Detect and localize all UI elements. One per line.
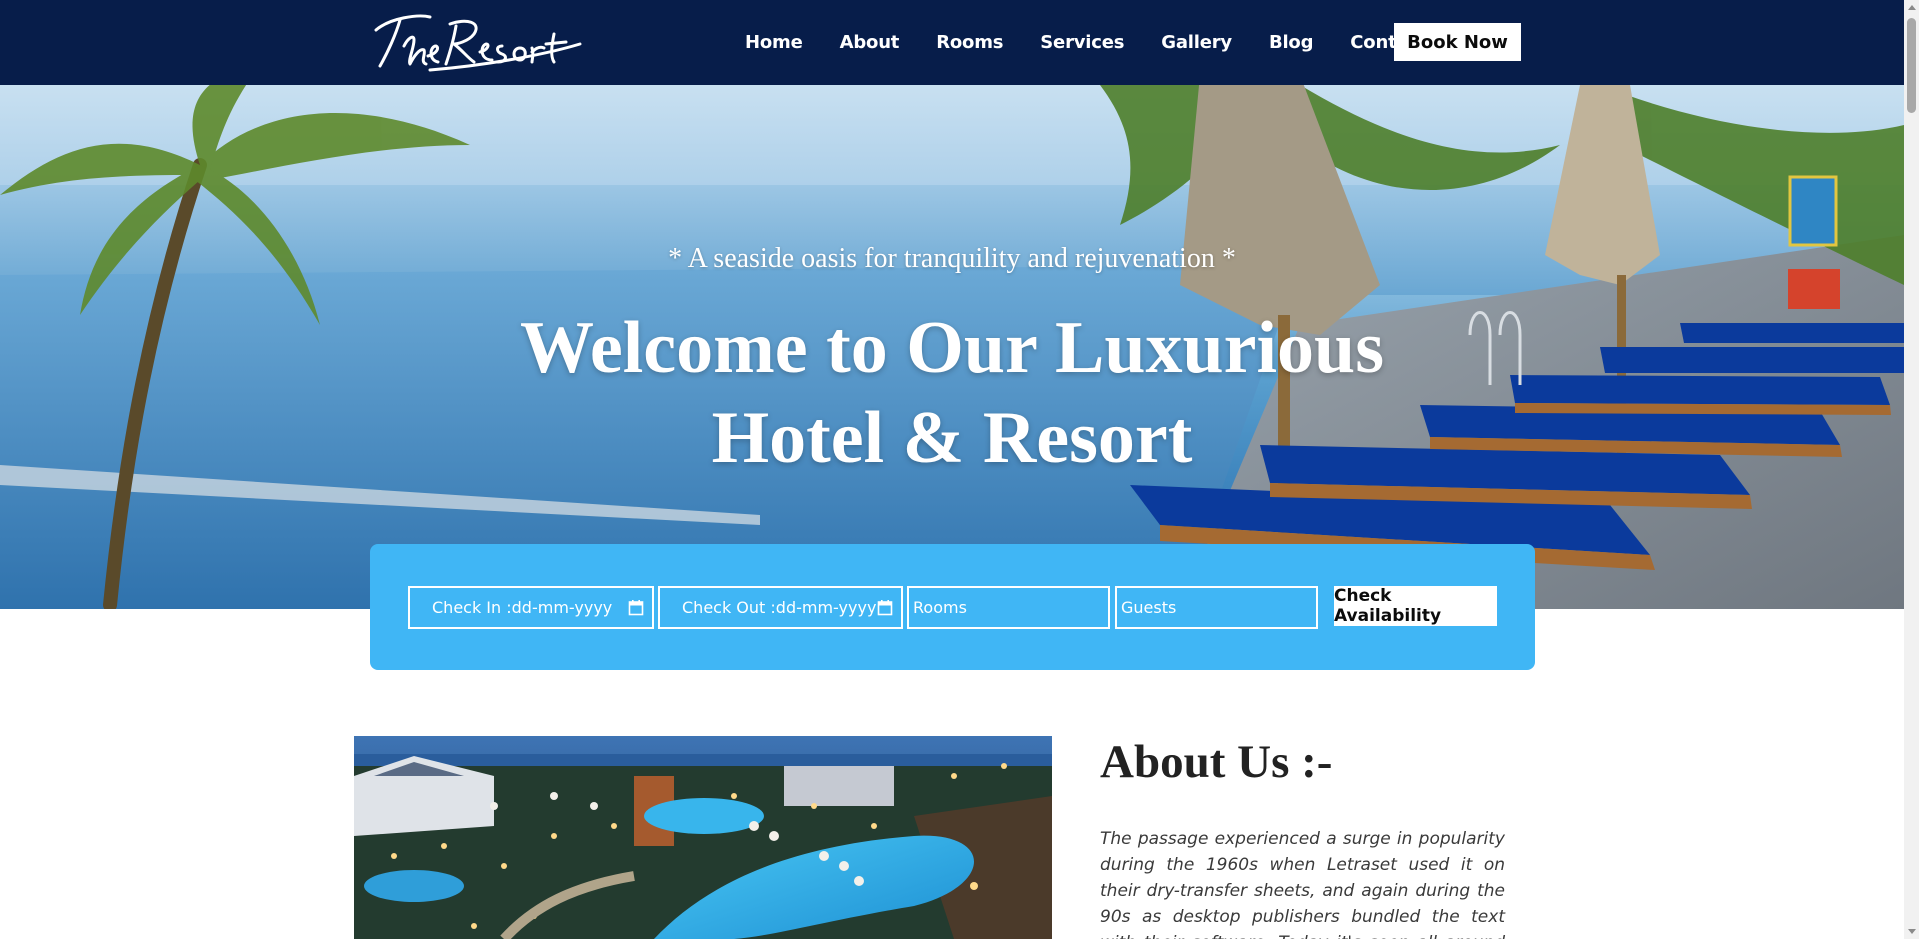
check-out-field[interactable]: Check Out :dd-mm-yyyy <box>658 586 903 629</box>
nav-about[interactable]: About <box>840 32 900 53</box>
hero-tagline: * A seaside oasis for tranquility and re… <box>668 243 1236 274</box>
scroll-thumb[interactable] <box>1907 18 1916 113</box>
calendar-icon[interactable] <box>877 599 893 616</box>
hero-title-line1: Welcome to Our Luxurious <box>519 307 1385 389</box>
rooms-input[interactable]: Rooms <box>907 586 1110 629</box>
check-in-placeholder: Check In :dd-mm-yyyy <box>432 598 613 617</box>
guests-input[interactable]: Guests <box>1115 586 1318 629</box>
nav-services[interactable]: Services <box>1040 32 1124 53</box>
nav-home[interactable]: Home <box>745 32 803 53</box>
check-out-placeholder: Check Out :dd-mm-yyyy <box>682 598 877 617</box>
about-resort-image <box>354 736 1052 939</box>
hero-title: Welcome to Our Luxurious Hotel & Resort <box>0 303 1904 483</box>
hero-title-line2: Hotel & Resort <box>711 397 1193 479</box>
nav-gallery[interactable]: Gallery <box>1161 32 1232 53</box>
resort-logo-icon <box>374 14 582 72</box>
calendar-icon[interactable] <box>628 599 644 616</box>
rooms-placeholder: Rooms <box>913 598 967 617</box>
nav-rooms[interactable]: Rooms <box>936 32 1003 53</box>
main-nav: Home About Rooms Services Gallery Blog C… <box>745 0 1467 85</box>
check-availability-button[interactable]: Check Availability <box>1334 586 1497 626</box>
resort-aerial-photo <box>354 736 1052 939</box>
about-heading: About Us :- <box>1100 736 1333 788</box>
guests-placeholder: Guests <box>1121 598 1177 617</box>
hero-banner: * A seaside oasis for tranquility and re… <box>0 85 1904 609</box>
book-now-button[interactable]: Book Now <box>1394 23 1521 61</box>
booking-form: Check In :dd-mm-yyyy Check Out :dd-mm-yy… <box>370 544 1535 670</box>
page: Home About Rooms Services Gallery Blog C… <box>0 0 1919 939</box>
nav-blog[interactable]: Blog <box>1269 32 1314 53</box>
resort-logo[interactable] <box>370 8 585 76</box>
scroll-up-icon[interactable] <box>1908 5 1916 10</box>
navbar: Home About Rooms Services Gallery Blog C… <box>0 0 1904 85</box>
about-paragraph: The passage experienced a surge in popul… <box>1100 829 1505 939</box>
scroll-down-icon[interactable] <box>1908 929 1916 934</box>
check-in-field[interactable]: Check In :dd-mm-yyyy <box>408 586 654 629</box>
page-scrollbar[interactable] <box>1904 0 1919 939</box>
